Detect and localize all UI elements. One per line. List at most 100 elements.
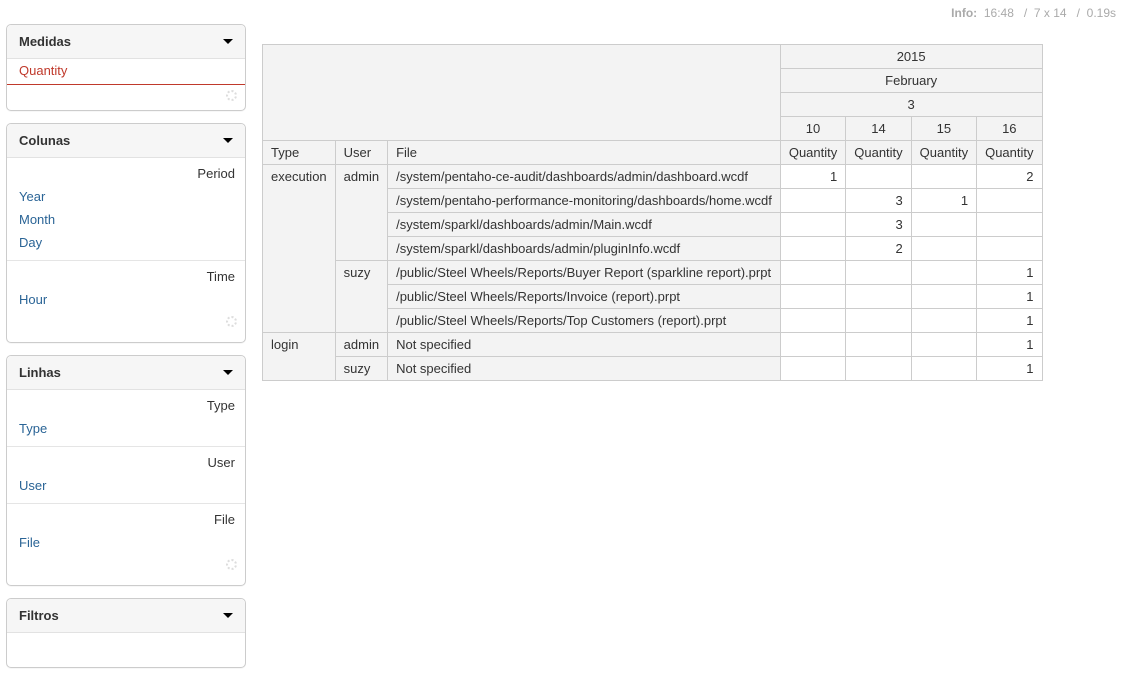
cell-file[interactable]: Not specified <box>388 333 781 357</box>
info-label: Info: <box>951 6 977 20</box>
table-row: executionadmin/system/pentaho-ce-audit/d… <box>263 165 1043 189</box>
cell-value: 3 <box>846 189 911 213</box>
group-label-user: User <box>7 449 245 474</box>
cell-value <box>780 357 845 381</box>
gear-icon[interactable] <box>226 90 237 101</box>
cell-value: 1 <box>977 261 1042 285</box>
cell-user[interactable]: suzy <box>335 357 387 381</box>
cell-value <box>911 237 976 261</box>
caret-down-icon <box>223 39 233 44</box>
cell-value <box>911 213 976 237</box>
table-row: loginadminNot specified1 <box>263 333 1043 357</box>
measure-header: Quantity <box>780 141 845 165</box>
cell-user[interactable]: admin <box>335 165 387 261</box>
cell-value <box>911 309 976 333</box>
dim-file[interactable]: File <box>7 531 245 554</box>
panel-filtros-header[interactable]: Filtros <box>7 599 245 633</box>
pivot-corner <box>263 45 781 141</box>
gear-icon[interactable] <box>226 316 237 327</box>
cell-value <box>977 237 1042 261</box>
row-header-label[interactable]: User <box>335 141 387 165</box>
col-day[interactable]: 3 <box>780 93 1042 117</box>
cell-value <box>780 213 845 237</box>
col-hour[interactable]: 15 <box>911 117 976 141</box>
col-hour[interactable]: 16 <box>977 117 1042 141</box>
row-header-label[interactable]: Type <box>263 141 336 165</box>
cell-user[interactable]: admin <box>335 333 387 357</box>
panel-medidas: Medidas Quantity <box>6 24 246 111</box>
cell-file[interactable]: Not specified <box>388 357 781 381</box>
cell-value <box>911 333 976 357</box>
dim-month[interactable]: Month <box>7 208 245 231</box>
info-time: 16:48 <box>984 6 1014 20</box>
info-bar: Info: 16:48 / 7 x 14 / 0.19s <box>6 6 1124 24</box>
panel-colunas-header[interactable]: Colunas <box>7 124 245 158</box>
cell-type[interactable]: login <box>263 333 336 381</box>
panel-colunas-title: Colunas <box>19 133 70 148</box>
caret-down-icon <box>223 370 233 375</box>
cell-value <box>846 261 911 285</box>
cell-value <box>911 357 976 381</box>
table-row: suzy/public/Steel Wheels/Reports/Buyer R… <box>263 261 1043 285</box>
sidebar: Medidas Quantity Colunas Period Year Mon… <box>6 24 246 680</box>
cell-file[interactable]: /system/pentaho-performance-monitoring/d… <box>388 189 781 213</box>
gear-icon[interactable] <box>226 559 237 570</box>
cell-value: 1 <box>977 285 1042 309</box>
col-hour[interactable]: 14 <box>846 117 911 141</box>
cell-value: 1 <box>977 357 1042 381</box>
cell-value <box>780 333 845 357</box>
table-row: suzyNot specified 1 <box>263 357 1043 381</box>
dim-type[interactable]: Type <box>7 417 245 440</box>
pivot-table: 2015February310141516TypeUserFileQuantit… <box>262 44 1043 381</box>
caret-down-icon <box>223 613 233 618</box>
col-month[interactable]: February <box>780 69 1042 93</box>
measure-header: Quantity <box>977 141 1042 165</box>
cell-file[interactable]: /public/Steel Wheels/Reports/Invoice (re… <box>388 285 781 309</box>
col-year[interactable]: 2015 <box>780 45 1042 69</box>
cell-value <box>780 237 845 261</box>
dim-hour[interactable]: Hour <box>7 288 245 311</box>
cell-value <box>911 165 976 189</box>
panel-linhas-title: Linhas <box>19 365 61 380</box>
cell-file[interactable]: /system/sparkl/dashboards/admin/Main.wcd… <box>388 213 781 237</box>
cell-value <box>911 285 976 309</box>
panel-medidas-title: Medidas <box>19 34 71 49</box>
panel-medidas-header[interactable]: Medidas <box>7 25 245 59</box>
cell-value <box>846 165 911 189</box>
cell-user[interactable]: suzy <box>335 261 387 333</box>
cell-value <box>780 285 845 309</box>
row-header-label[interactable]: File <box>388 141 781 165</box>
cell-value: 3 <box>846 213 911 237</box>
measure-header: Quantity <box>911 141 976 165</box>
cell-value: 2 <box>846 237 911 261</box>
info-dims: 7 x 14 <box>1034 6 1067 20</box>
panel-linhas-header[interactable]: Linhas <box>7 356 245 390</box>
cell-value <box>846 285 911 309</box>
dim-year[interactable]: Year <box>7 185 245 208</box>
dim-day[interactable]: Day <box>7 231 245 254</box>
cell-value: 1 <box>977 309 1042 333</box>
cell-value: 2 <box>977 165 1042 189</box>
main-content: 2015February310141516TypeUserFileQuantit… <box>258 24 1124 680</box>
measure-quantity[interactable]: Quantity <box>7 59 245 85</box>
cell-value <box>846 309 911 333</box>
cell-value <box>977 189 1042 213</box>
cell-file[interactable]: /public/Steel Wheels/Reports/Buyer Repor… <box>388 261 781 285</box>
info-elapsed: 0.19s <box>1087 6 1116 20</box>
group-label-file: File <box>7 506 245 531</box>
cell-file[interactable]: /public/Steel Wheels/Reports/Top Custome… <box>388 309 781 333</box>
panel-filtros-title: Filtros <box>19 608 59 623</box>
cell-value: 1 <box>780 165 845 189</box>
group-label-type: Type <box>7 392 245 417</box>
cell-file[interactable]: /system/sparkl/dashboards/admin/pluginIn… <box>388 237 781 261</box>
cell-value <box>846 357 911 381</box>
col-hour[interactable]: 10 <box>780 117 845 141</box>
cell-value <box>780 309 845 333</box>
cell-file[interactable]: /system/pentaho-ce-audit/dashboards/admi… <box>388 165 781 189</box>
measure-header: Quantity <box>846 141 911 165</box>
cell-value: 1 <box>977 333 1042 357</box>
cell-type[interactable]: execution <box>263 165 336 333</box>
dim-user[interactable]: User <box>7 474 245 497</box>
group-label-time: Time <box>7 263 245 288</box>
cell-value <box>846 333 911 357</box>
